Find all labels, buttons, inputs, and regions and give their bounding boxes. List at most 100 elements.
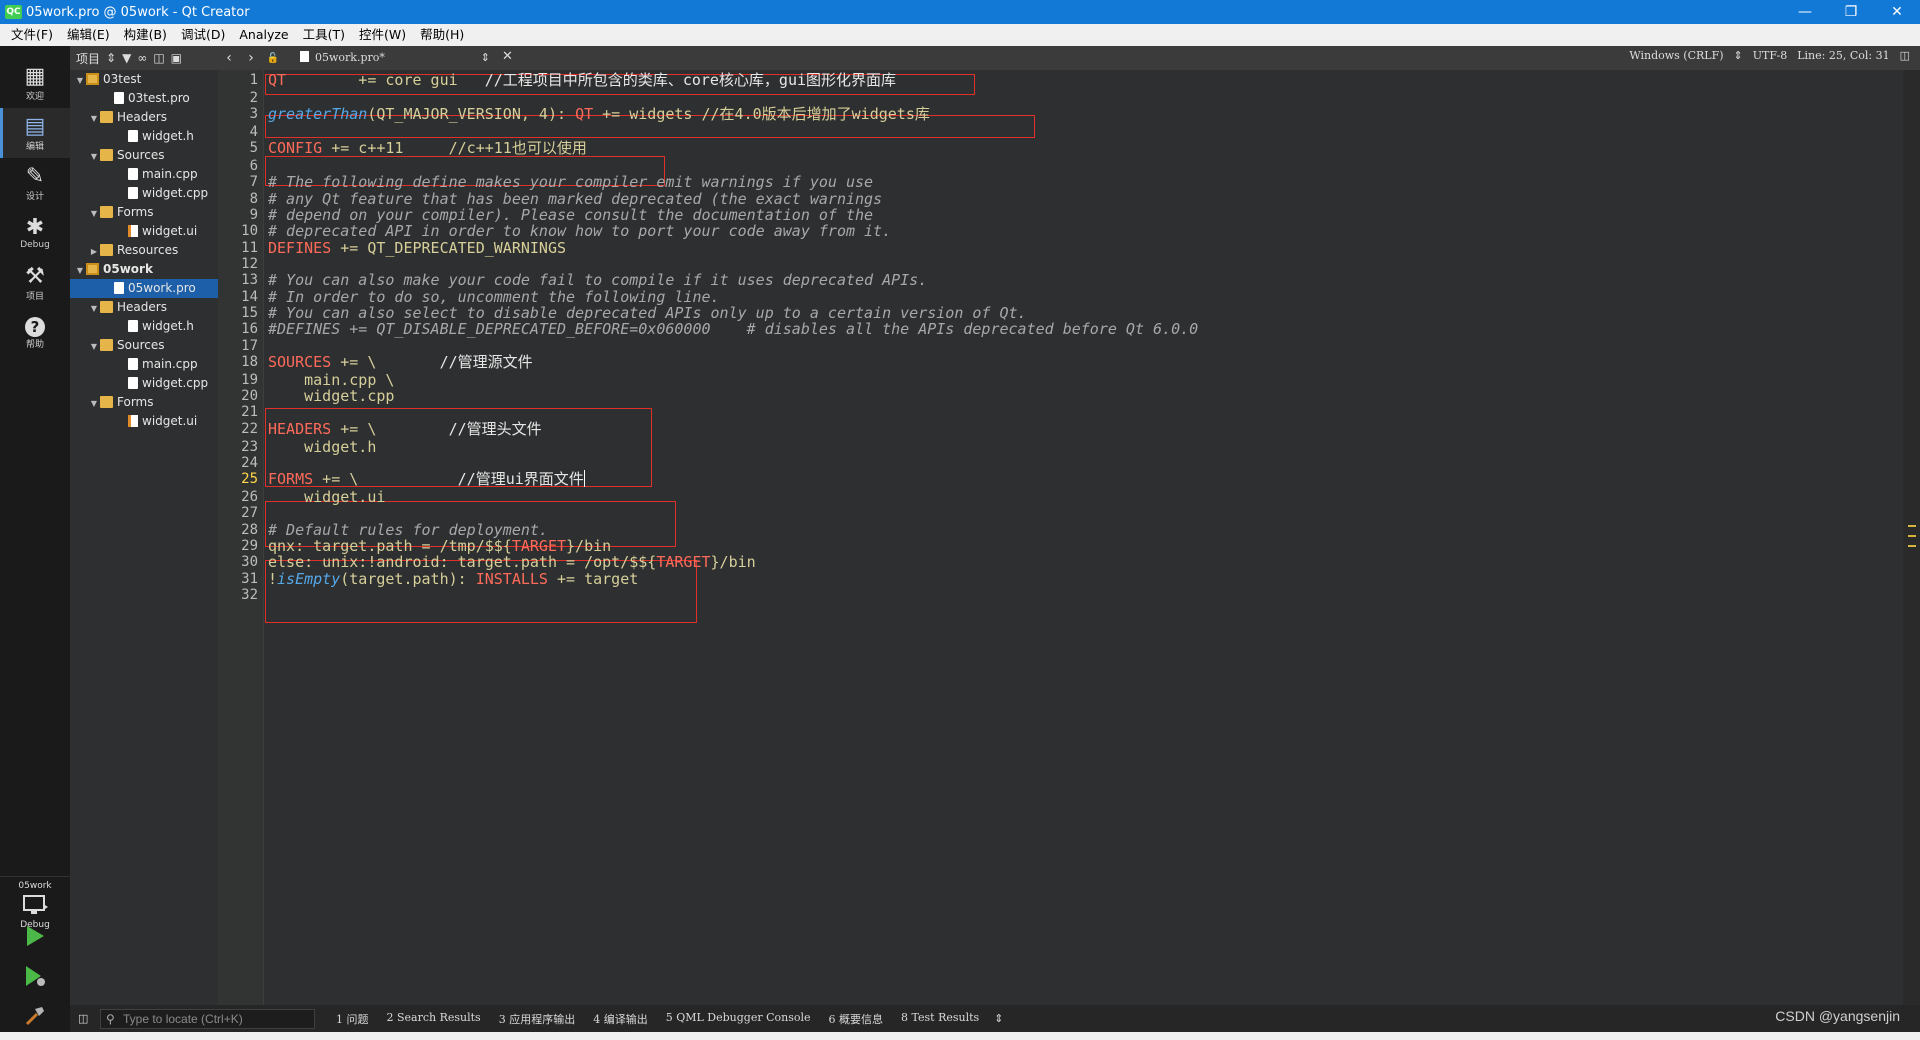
code-token: += widgets //在4.0版本后增加了widgets库 — [593, 105, 930, 123]
code-token: INSTALLS — [475, 570, 548, 588]
run-button[interactable] — [0, 918, 70, 954]
tree-file[interactable]: widget.ui — [70, 412, 218, 431]
code-editor[interactable]: 1 2 3 4 5 6 7 8 9 10 11 12 13 14 15 16 17 18 19 20 21 22 23 24 2… — [218, 70, 1903, 1015]
code-line[interactable]: widget.ui — [268, 487, 385, 507]
mode-grid[interactable]: ▦ 欢迎 — [0, 58, 70, 108]
close-document-icon[interactable]: ✕ — [502, 49, 513, 64]
tree-folder[interactable]: ▼ Forms — [70, 203, 218, 222]
code-token: #DEFINES += QT_DISABLE_DEPRECATED_BEFORE… — [268, 320, 1199, 338]
close-pane-icon[interactable]: ▣ — [171, 51, 182, 65]
tree-file[interactable]: widget.h — [70, 127, 218, 146]
file-icon — [128, 320, 138, 332]
menu-item[interactable]: 调试(D) — [174, 24, 232, 46]
output-pane-button[interactable]: 3 应用程序输出 — [490, 1011, 585, 1027]
chevron-down-icon[interactable]: ▼ — [88, 394, 100, 413]
code-line[interactable]: widget.cpp — [268, 386, 394, 406]
tree-folder[interactable]: ▼ Sources — [70, 146, 218, 165]
tree-folder[interactable]: ▼ Headers — [70, 298, 218, 317]
menu-item[interactable]: 控件(W) — [352, 24, 413, 46]
tree-file[interactable]: widget.h — [70, 317, 218, 336]
code-line[interactable]: QT += core gui //工程项目中所包含的类库、core核心库，gui… — [268, 70, 896, 90]
mode-pencil[interactable]: ✎ 设计 — [0, 158, 70, 208]
cursor-position[interactable]: Line: 25, Col: 31 — [1797, 49, 1889, 62]
mode-wrench[interactable]: ⚒ 项目 — [0, 258, 70, 308]
code-line[interactable]: CONFIG += c++11 //c++11也可以使用 — [268, 138, 587, 158]
tree-folder[interactable]: ▶ Resources — [70, 241, 218, 260]
menu-item[interactable]: 帮助(H) — [413, 24, 471, 46]
chevron-down-icon[interactable]: ▼ — [88, 109, 100, 128]
output-pane-button[interactable]: 5 QML Debugger Console — [657, 1011, 820, 1027]
tree-folder[interactable]: ▼ 05work — [70, 260, 218, 279]
split-editor-icon[interactable]: ◫ — [1900, 49, 1910, 62]
line-number: 25 — [241, 471, 258, 487]
menu-item[interactable]: 构建(B) — [117, 24, 174, 46]
document-selector[interactable]: 05work.pro* ⇕ — [294, 49, 494, 67]
menu-item[interactable]: Analyze — [232, 24, 295, 46]
build-button[interactable] — [0, 998, 70, 1034]
forward-icon[interactable]: › — [240, 50, 262, 66]
output-pane-button[interactable]: 2 Search Results — [378, 1011, 490, 1027]
menu-item[interactable]: 文件(F) — [4, 24, 60, 46]
chevron-updown-icon[interactable]: ⇕ — [1734, 49, 1743, 62]
editor-scrollbar[interactable] — [1903, 70, 1920, 1015]
mode-help[interactable]: ? 帮助 — [0, 308, 70, 358]
tree-folder[interactable]: ▼ Sources — [70, 336, 218, 355]
code-token: widget.cpp — [268, 387, 395, 405]
minimize-icon[interactable]: — — [1782, 0, 1828, 24]
tree-file[interactable]: 05work.pro — [70, 279, 218, 298]
project-tree: ▼ 03test 03test.pro ▼ Headers widget.h ▼ Source… — [70, 70, 218, 1015]
split-icon[interactable]: ◫ — [153, 51, 164, 65]
edit-doc-icon: ▤ — [24, 113, 46, 139]
filter-icon[interactable]: ▼ — [122, 51, 131, 65]
code-line[interactable]: greaterThan(QT_MAJOR_VERSION, 4): QT += … — [268, 104, 930, 124]
chevron-down-icon[interactable]: ▼ — [88, 204, 100, 223]
tree-file[interactable]: main.cpp — [70, 355, 218, 374]
restore-icon[interactable]: ❐ — [1828, 0, 1874, 24]
code-line[interactable]: FORMS += \ //管理ui界面文件 — [268, 469, 585, 489]
tree-file[interactable]: widget.cpp — [70, 374, 218, 393]
menu-item[interactable]: 编辑(E) — [60, 24, 117, 46]
tree-item-label: Sources — [117, 338, 165, 352]
chevron-right-icon[interactable]: ▶ — [88, 242, 100, 261]
chevron-updown-icon[interactable]: ⇕ — [106, 51, 116, 65]
code-token: greaterThan — [268, 105, 368, 123]
output-pane-button[interactable]: 8 Test Results — [892, 1011, 988, 1027]
chevron-down-icon[interactable]: ▼ — [74, 71, 86, 90]
chevron-updown-icon[interactable]: ⇕ — [994, 1012, 1003, 1025]
chevron-down-icon[interactable]: ▼ — [74, 261, 86, 280]
tree-file[interactable]: widget.ui — [70, 222, 218, 241]
tree-folder[interactable]: ▼ 03test — [70, 70, 218, 89]
tree-folder[interactable]: ▼ Forms — [70, 393, 218, 412]
menu-item[interactable]: 工具(T) — [296, 24, 352, 46]
mode-edit-doc[interactable]: ▤ 编辑 — [0, 108, 70, 158]
code-line[interactable]: HEADERS += \ //管理头文件 — [268, 419, 542, 439]
line-ending-selector[interactable]: Windows (CRLF) — [1629, 49, 1723, 62]
encoding-label[interactable]: UTF-8 — [1753, 49, 1787, 62]
chevron-down-icon[interactable]: ▼ — [88, 337, 100, 356]
tree-file[interactable]: main.cpp — [70, 165, 218, 184]
link-icon[interactable]: ∞ — [137, 51, 147, 65]
tree-item-label: main.cpp — [142, 167, 198, 181]
chevron-down-icon[interactable]: ▼ — [88, 147, 100, 166]
tree-file[interactable]: 03test.pro — [70, 89, 218, 108]
code-line[interactable]: !isEmpty(target.path): INSTALLS += targe… — [268, 569, 638, 589]
locator-input[interactable]: ⚲ Type to locate (Ctrl+K) — [100, 1008, 315, 1029]
back-icon[interactable]: ‹ — [218, 50, 240, 66]
output-pane-button[interactable]: 1 问题 — [327, 1011, 378, 1027]
view-selector[interactable]: 项目 — [76, 50, 100, 67]
code-line[interactable]: DEFINES += QT_DEPRECATED_WARNINGS — [268, 238, 566, 258]
tree-file[interactable]: widget.cpp — [70, 184, 218, 203]
lock-icon: 🔓 — [266, 52, 280, 64]
toggle-sidebar-icon[interactable]: ◫ — [78, 1012, 88, 1025]
code-token: SOURCES — [268, 353, 332, 371]
mode-bug[interactable]: ✱ Debug — [0, 208, 70, 258]
debug-run-button[interactable] — [0, 958, 70, 994]
code-line[interactable]: widget.h — [268, 437, 376, 457]
close-icon[interactable]: ✕ — [1874, 0, 1920, 24]
chevron-down-icon[interactable]: ▼ — [88, 299, 100, 318]
output-pane-button[interactable]: 6 概要信息 — [820, 1011, 893, 1027]
code-line[interactable]: #DEFINES += QT_DISABLE_DEPRECATED_BEFORE… — [268, 319, 1198, 339]
tree-folder[interactable]: ▼ Headers — [70, 108, 218, 127]
output-pane-button[interactable]: 4 编译输出 — [584, 1011, 657, 1027]
code-line[interactable]: SOURCES += \ //管理源文件 — [268, 352, 533, 372]
